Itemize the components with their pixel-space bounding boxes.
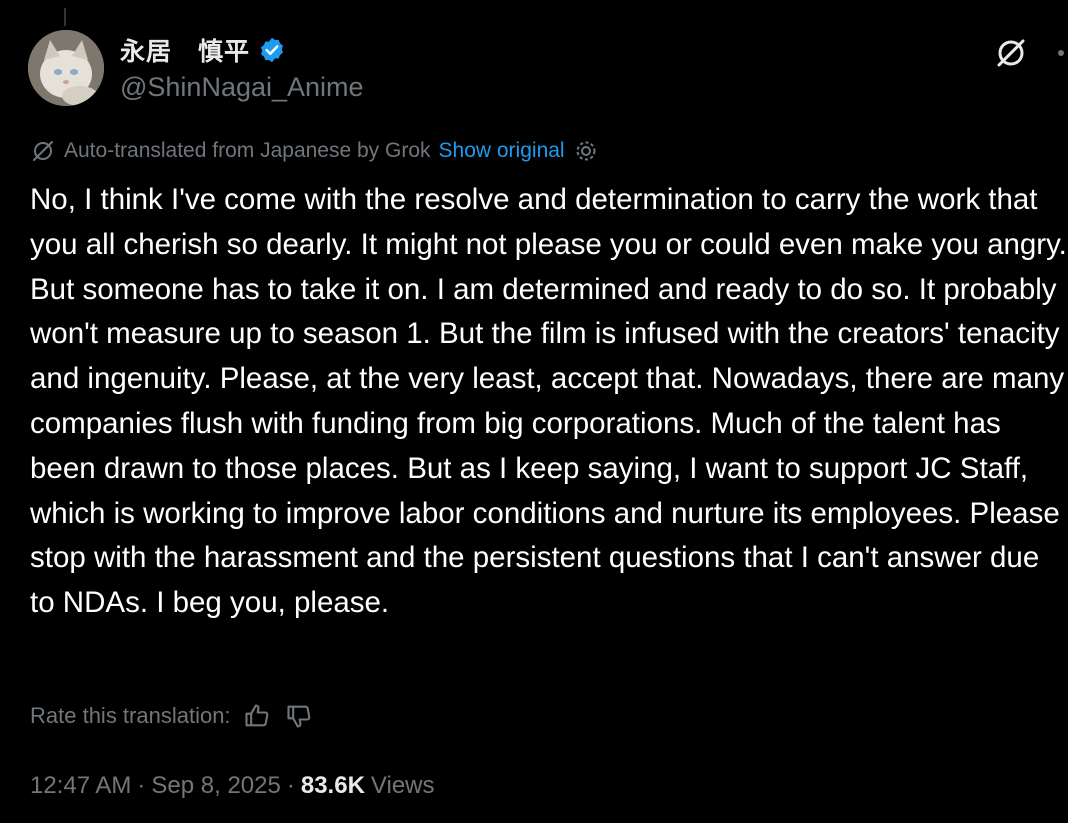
thumbs-down-icon[interactable] [283, 700, 315, 732]
translation-note: Auto-translated from Japanese by Grok Sh… [30, 138, 599, 164]
thumbs-up-icon[interactable] [241, 700, 273, 732]
user-handle[interactable]: @ShinNagai_Anime [120, 72, 364, 103]
tweet-text: No, I think I've come with the resolve a… [30, 183, 1067, 620]
meta-separator: · [137, 772, 146, 799]
tweet-date[interactable]: Sep 8, 2025 [151, 772, 280, 800]
settings-gear-icon[interactable] [573, 138, 599, 164]
meta-separator: · [286, 772, 295, 799]
views-count[interactable]: 83.6K [301, 772, 365, 800]
tweet-time[interactable]: 12:47 AM [30, 772, 131, 800]
display-name[interactable]: 永居 慎平 [120, 32, 250, 68]
views-label: Views [370, 772, 435, 799]
show-original-link[interactable]: Show original [439, 139, 565, 163]
verified-badge-icon [258, 36, 286, 64]
rate-translation-row: Rate this translation: [30, 700, 315, 732]
cat-avatar-image [28, 30, 104, 106]
tweet-meta: 12:47 AM · Sep 8, 2025 · 83.6K Views [30, 772, 435, 800]
grok-icon[interactable] [994, 36, 1028, 70]
more-options-icon[interactable] [1058, 50, 1064, 56]
avatar[interactable] [28, 30, 104, 106]
translation-note-text: Auto-translated from Japanese by Grok [64, 139, 431, 162]
name-row: 永居 慎平 [120, 32, 286, 68]
tweet-header: 永居 慎平 @ShinNagai_Anime [28, 30, 1068, 110]
grok-small-icon [30, 138, 56, 164]
thread-line [64, 8, 66, 26]
rate-translation-label: Rate this translation: [30, 703, 231, 728]
